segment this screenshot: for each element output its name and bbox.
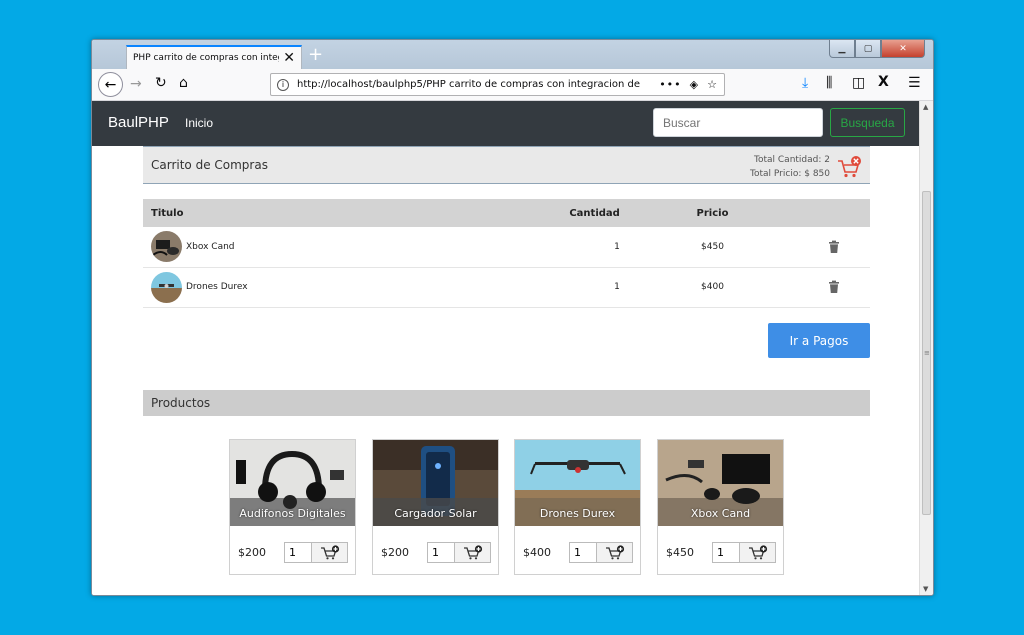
col-header-titulo: Titulo — [143, 199, 562, 227]
home-button[interactable]: ⌂ — [179, 75, 188, 91]
cart-item-qty: 1 — [561, 227, 628, 268]
info-icon[interactable]: i — [277, 78, 289, 91]
scroll-up-icon[interactable]: ▲ — [923, 103, 928, 111]
window-controls: ▁ ▢ ✕ — [829, 40, 925, 58]
hamburger-menu-icon[interactable]: ☰ — [908, 75, 921, 91]
bookmark-star-icon[interactable]: ☆ — [707, 78, 718, 91]
product-name: Drones Durex — [539, 507, 616, 520]
scroll-down-icon[interactable]: ▼ — [923, 585, 928, 593]
tab-bar: PHP carrito de compras con integr ✕ + ▁ … — [92, 40, 933, 69]
products-title: Productos — [151, 396, 211, 410]
cart-table: Titulo Cantidad Pricio Xbox Cand 1 $450 … — [143, 199, 870, 308]
brand-logo[interactable]: BaulPHP — [108, 114, 169, 131]
library-icon[interactable]: ⫼ — [826, 75, 832, 91]
cart-item-name: Drones Durex — [186, 282, 248, 292]
tab-title: PHP carrito de compras con integr — [133, 53, 280, 63]
add-to-cart-icon — [463, 545, 482, 560]
product-name: Xbox Cand — [690, 507, 751, 520]
empty-cart-icon[interactable] — [836, 155, 862, 179]
product-card: Xbox Cand $450 — [657, 439, 784, 575]
close-window-button[interactable]: ✕ — [881, 40, 925, 58]
cart-item-name: Xbox Cand — [186, 241, 235, 252]
add-to-cart-icon — [605, 545, 624, 560]
cart-item-price: $400 — [627, 267, 798, 308]
add-to-cart-button[interactable] — [455, 542, 491, 563]
col-header-actions — [797, 199, 870, 227]
cart-header: Carrito de Compras Total Cantidad: 2 Tot… — [143, 146, 870, 184]
cart-totals: Total Cantidad: 2 Total Pricio: $ 850 — [750, 153, 830, 181]
table-header-row: Titulo Cantidad Pricio — [143, 199, 870, 227]
back-button[interactable]: ← — [98, 72, 123, 97]
cart-title: Carrito de Compras — [151, 158, 268, 172]
product-image: Audifonos Digitales — [230, 440, 355, 526]
product-thumbnail — [151, 271, 182, 303]
total-price: Total Pricio: $ 850 — [750, 169, 830, 179]
new-tab-button[interactable]: + — [308, 46, 323, 64]
forward-button[interactable]: → — [130, 76, 142, 92]
page-scrollbar[interactable]: ▲ ≡ ▼ — [919, 101, 933, 595]
quantity-input[interactable] — [427, 542, 455, 563]
quantity-input[interactable] — [569, 542, 597, 563]
product-image: Drones Durex — [515, 440, 640, 526]
add-to-cart-icon — [320, 545, 339, 560]
browser-toolbar: ← → ↻ ⌂ i http://localhost/baulphp5/PHP … — [92, 69, 933, 101]
quantity-input[interactable] — [284, 542, 312, 563]
url-text[interactable]: http://localhost/baulphp5/PHP carrito de… — [297, 79, 651, 90]
table-row: Drones Durex 1 $400 — [143, 267, 870, 308]
total-quantity: Total Cantidad: 2 — [754, 155, 830, 165]
cart-item-price: $450 — [627, 227, 798, 268]
browser-tab[interactable]: PHP carrito de compras con integr ✕ — [126, 45, 302, 69]
product-thumbnail — [151, 231, 182, 263]
minimize-button[interactable]: ▁ — [829, 40, 855, 58]
product-card: Drones Durex $400 — [514, 439, 641, 575]
add-to-cart-button[interactable] — [312, 542, 348, 563]
table-row: Xbox Cand 1 $450 — [143, 227, 870, 268]
page-actions-menu-icon[interactable]: ••• — [659, 78, 681, 91]
products-header: Productos — [143, 390, 870, 416]
page-viewport: BaulPHP Inicio Busqueda Carrito de Compr… — [92, 101, 919, 595]
add-to-cart-button[interactable] — [597, 542, 633, 563]
reload-button[interactable]: ↻ — [155, 75, 167, 91]
col-header-cantidad: Cantidad — [561, 199, 628, 227]
product-price: $200 — [381, 546, 409, 559]
trash-icon[interactable] — [827, 280, 841, 294]
url-bar[interactable]: i http://localhost/baulphp5/PHP carrito … — [270, 73, 725, 96]
cart-item-qty: 1 — [561, 267, 628, 308]
extension-x-icon[interactable]: X — [878, 74, 889, 90]
nav-link-inicio[interactable]: Inicio — [185, 116, 213, 130]
arrow-left-icon: ← — [104, 76, 117, 93]
product-card: Audifonos Digitales $200 — [229, 439, 356, 575]
product-name: Cargador Solar — [394, 507, 477, 520]
add-to-cart-icon — [748, 545, 767, 560]
app-navbar: BaulPHP Inicio Busqueda — [92, 101, 919, 146]
product-price: $200 — [238, 546, 266, 559]
add-to-cart-button[interactable] — [740, 542, 776, 563]
scrollbar-grip-icon: ≡ — [924, 349, 930, 357]
product-image: Cargador Solar — [373, 440, 498, 526]
col-header-precio: Pricio — [627, 199, 798, 227]
page-actions: ••• ◈ ☆ — [659, 78, 718, 91]
product-card: Cargador Solar $200 — [372, 439, 499, 575]
maximize-button[interactable]: ▢ — [855, 40, 881, 58]
sidebar-icon[interactable]: ◫ — [852, 75, 865, 91]
search-button[interactable]: Busqueda — [830, 108, 905, 137]
product-image: Xbox Cand — [658, 440, 783, 526]
quantity-input[interactable] — [712, 542, 740, 563]
tab-close-icon[interactable]: ✕ — [283, 50, 295, 66]
trash-icon[interactable] — [827, 240, 841, 254]
product-name: Audifonos Digitales — [239, 507, 346, 520]
browser-window: PHP carrito de compras con integr ✕ + ▁ … — [91, 39, 934, 596]
product-price: $450 — [666, 546, 694, 559]
search-input[interactable] — [653, 108, 823, 137]
pocket-icon[interactable]: ◈ — [690, 78, 699, 91]
checkout-button[interactable]: Ir a Pagos — [768, 323, 870, 358]
download-icon[interactable]: ⤓ — [802, 75, 808, 91]
product-price: $400 — [523, 546, 551, 559]
